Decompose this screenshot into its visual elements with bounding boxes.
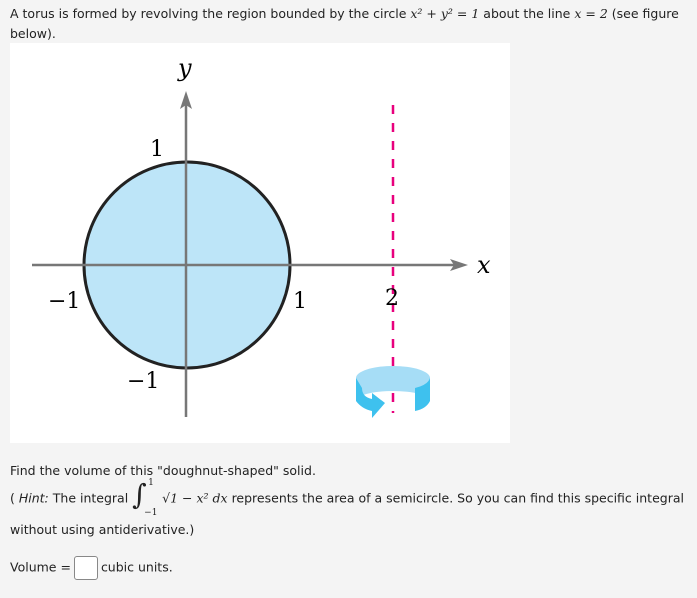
y-axis-label: y	[177, 54, 192, 82]
torus-figure: y x 1 −1 1 2 −1	[10, 43, 510, 443]
volume-input[interactable]	[73, 556, 98, 580]
intro-text: A torus is formed by revolving the regio…	[10, 6, 411, 21]
hint-paren: (	[10, 490, 19, 506]
intro-text: about the line	[479, 6, 575, 21]
units-label: cubic units.	[100, 559, 173, 575]
tick-x-neg-1: −1	[48, 289, 80, 314]
hint-line-1: ( Hint: The integral ∫ 1 −1 √1 − x² dx repr…	[10, 478, 684, 518]
integral-lower-limit: −1	[144, 508, 158, 518]
tick-x-1: 1	[293, 289, 307, 314]
circle-equation: x² + y² = 1	[410, 6, 480, 21]
line-equation: x = 2	[574, 6, 608, 21]
hint-text: The integral	[48, 490, 133, 506]
integral-upper-limit: 1	[148, 478, 154, 488]
intro-text: (see figure	[607, 6, 679, 21]
intro-line-1: A torus is formed by revolving the regio…	[10, 6, 679, 21]
tick-y-neg-1: −1	[127, 369, 159, 394]
hint-line-2: without using antiderivative.)	[10, 522, 195, 537]
hint-label: Hint:	[18, 490, 49, 506]
tick-y-1: 1	[150, 137, 164, 162]
integral-sign: ∫ 1 −1	[132, 478, 158, 518]
x-axis-label: x	[477, 251, 491, 279]
question-text: Find the volume of this "doughnut-shaped…	[10, 463, 316, 478]
figure-svg: y x 1 −1 1 2 −1	[32, 54, 491, 418]
hint-text: represents the area of a semicircle. So …	[227, 490, 684, 506]
tick-x-2: 2	[385, 286, 399, 311]
volume-label: Volume =	[10, 559, 71, 575]
integrand: √1 − x² dx	[162, 490, 228, 506]
answer-row: Volume = cubic units.	[10, 556, 173, 580]
rotation-arrow-icon	[356, 366, 430, 418]
intro-line-2: below).	[10, 26, 56, 41]
